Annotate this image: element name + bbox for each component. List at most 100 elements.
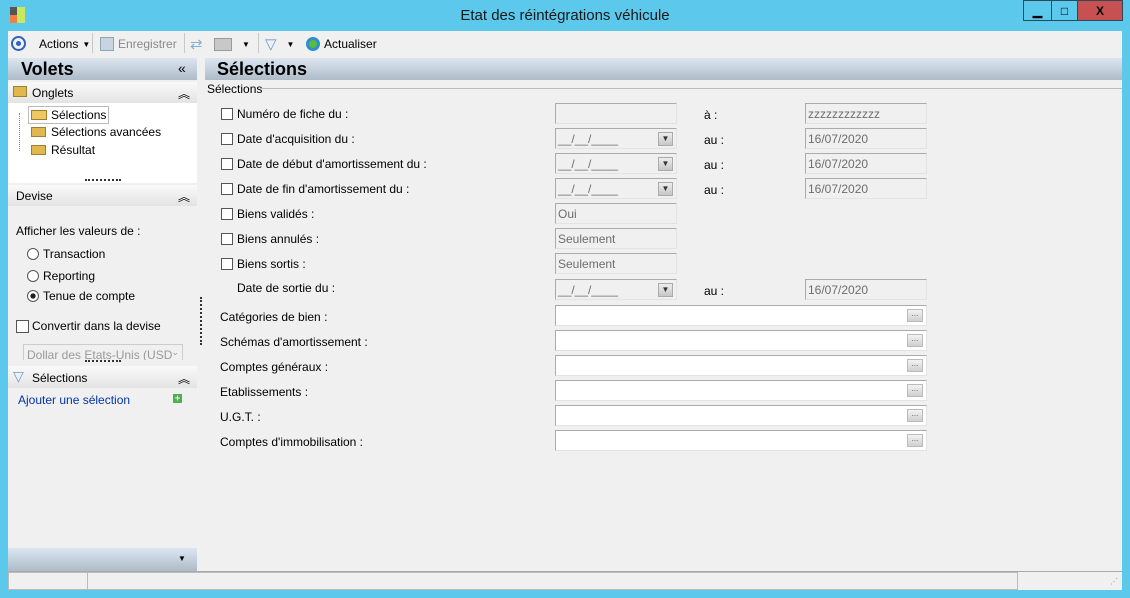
resize-grip-icon[interactable]: ⋰	[1110, 577, 1118, 586]
checkbox-box	[221, 233, 233, 245]
main-header: Sélections	[205, 58, 1122, 80]
collapse-chevron-icon[interactable]: ︽	[178, 188, 190, 205]
actions-menu[interactable]: Actions ▼	[39, 35, 90, 53]
chevron-down-icon[interactable]: ▼	[658, 283, 673, 297]
status-cell	[8, 572, 88, 590]
actions-label: Actions	[39, 37, 79, 51]
convert-checkbox[interactable]: Convertir dans la devise	[16, 319, 161, 333]
flag-value: Seulement	[558, 257, 616, 271]
refresh-button[interactable]: Actualiser	[306, 35, 377, 53]
group-title: Sélections	[207, 82, 263, 96]
lookup-button[interactable]: ...	[907, 384, 923, 397]
lookup-field[interactable]: ...	[555, 305, 927, 326]
lookup-field[interactable]: ...	[555, 330, 927, 351]
exit-date-label: Date de sortie du :	[237, 281, 336, 295]
range-checkbox[interactable]: Date de début d'amortissement du :	[221, 157, 427, 171]
collapse-chevron-icon[interactable]: ︽	[178, 370, 190, 387]
flag-checkbox[interactable]: Biens validés :	[221, 207, 314, 221]
flag-value-field[interactable]: Seulement	[555, 228, 677, 249]
panel-footer: ▼	[8, 548, 197, 571]
to-label: au :	[704, 158, 725, 172]
lookup-button[interactable]: ...	[907, 309, 923, 322]
minimize-button[interactable]: ▁	[1023, 0, 1052, 21]
checkbox-box	[221, 133, 233, 145]
radio-transaction[interactable]: Transaction	[27, 247, 105, 261]
dropdown-arrow-icon[interactable]: ▼	[178, 554, 186, 563]
splitter-handle[interactable]	[85, 179, 121, 181]
tree-item-selections[interactable]: Sélections	[28, 106, 110, 124]
from-field[interactable]: __/__/____ ▼	[555, 153, 677, 174]
lookup-label: U.G.T. :	[220, 410, 261, 424]
to-field[interactable]: zzzzzzzzzzzz	[805, 103, 927, 124]
chevron-down-icon: ⌄	[171, 347, 179, 357]
refresh-label: Actualiser	[324, 37, 377, 51]
from-field[interactable]: __/__/____ ▼	[555, 128, 677, 149]
chevron-down-icon[interactable]: ▼	[658, 132, 673, 146]
selections-header[interactable]: ▽ Sélections ︽	[8, 366, 197, 388]
radio-label: Tenue de compte	[43, 289, 136, 303]
close-button[interactable]: X	[1077, 0, 1123, 21]
range-checkbox[interactable]: Numéro de fiche du :	[221, 107, 348, 121]
to-label: au :	[704, 133, 725, 147]
from-field[interactable]: __/__/____ ▼	[555, 178, 677, 199]
separator	[184, 33, 185, 53]
lookup-button[interactable]: ...	[907, 434, 923, 447]
devise-header[interactable]: Devise ︽	[8, 185, 197, 206]
splitter-handle[interactable]	[200, 297, 202, 345]
lookup-field[interactable]: ...	[555, 405, 927, 426]
tree-item-advanced[interactable]: Sélections avancées	[29, 125, 161, 139]
separator	[92, 33, 93, 53]
onglets-header[interactable]: Onglets ︽	[8, 82, 197, 103]
lookup-button[interactable]: ...	[907, 409, 923, 422]
currency-select[interactable]: Dollar des Etats-Unis (USD ⌄	[23, 344, 183, 360]
lookup-button[interactable]: ...	[907, 359, 923, 372]
splitter-handle[interactable]	[85, 360, 121, 362]
lookup-field[interactable]: ...	[555, 430, 927, 451]
flag-checkbox[interactable]: Biens sortis :	[221, 257, 306, 271]
lookup-field[interactable]: ...	[555, 380, 927, 401]
selections-title: Sélections	[32, 371, 88, 385]
to-field[interactable]: 16/07/2020	[805, 128, 927, 149]
to-value: 16/07/2020	[808, 182, 869, 196]
lookup-button[interactable]: ...	[907, 334, 923, 347]
radio-circle-selected	[27, 290, 39, 302]
chevron-down-icon[interactable]: ▼	[658, 182, 673, 196]
field-label: Biens validés :	[237, 207, 315, 221]
tree-item-result[interactable]: Résultat	[29, 143, 95, 157]
add-icon[interactable]: +	[173, 394, 182, 403]
collapse-chevron-icon[interactable]: ︽	[178, 85, 190, 102]
lookup-label: Etablissements :	[220, 385, 309, 399]
to-value: 16/07/2020	[808, 283, 869, 297]
to-field[interactable]: 16/07/2020	[805, 178, 927, 199]
exit-from-field[interactable]: __/__/____ ▼	[555, 279, 677, 300]
collapse-panel-button[interactable]: «	[178, 60, 186, 76]
open-folder-icon	[31, 110, 47, 120]
save-icon	[100, 37, 114, 51]
target-icon[interactable]	[11, 36, 26, 51]
from-value: __/__/____	[558, 157, 619, 171]
flag-value-field[interactable]: Seulement	[555, 253, 677, 274]
tree-item-label: Sélections avancées	[51, 125, 162, 139]
print-button[interactable]: ▼	[214, 35, 250, 53]
radio-reporting[interactable]: Reporting	[27, 269, 95, 283]
field-label: Date de début d'amortissement du :	[237, 157, 427, 171]
filter-button[interactable]: ▽ ▼	[265, 35, 294, 53]
field-label: Date d'acquisition du :	[237, 132, 355, 146]
to-field[interactable]: 16/07/2020	[805, 153, 927, 174]
flag-value-field[interactable]: Oui	[555, 203, 677, 224]
save-button[interactable]: Enregistrer	[100, 35, 177, 53]
from-field[interactable]	[555, 103, 677, 124]
range-checkbox[interactable]: Date d'acquisition du :	[221, 132, 355, 146]
add-selection-link[interactable]: Ajouter une sélection	[18, 393, 130, 407]
range-checkbox[interactable]: Date de fin d'amortissement du :	[221, 182, 409, 196]
separator	[258, 33, 259, 53]
sync-icon[interactable]: ⇄	[190, 35, 203, 53]
lookup-field[interactable]: ...	[555, 355, 927, 376]
radio-tenue-de-compte[interactable]: Tenue de compte	[27, 289, 135, 303]
filter-icon: ▽	[13, 368, 24, 384]
flag-checkbox[interactable]: Biens annulés :	[221, 232, 319, 246]
checkbox-box	[221, 208, 233, 220]
exit-to-field[interactable]: 16/07/2020	[805, 279, 927, 300]
chevron-down-icon[interactable]: ▼	[658, 157, 673, 171]
maximize-button[interactable]: □	[1051, 0, 1078, 21]
